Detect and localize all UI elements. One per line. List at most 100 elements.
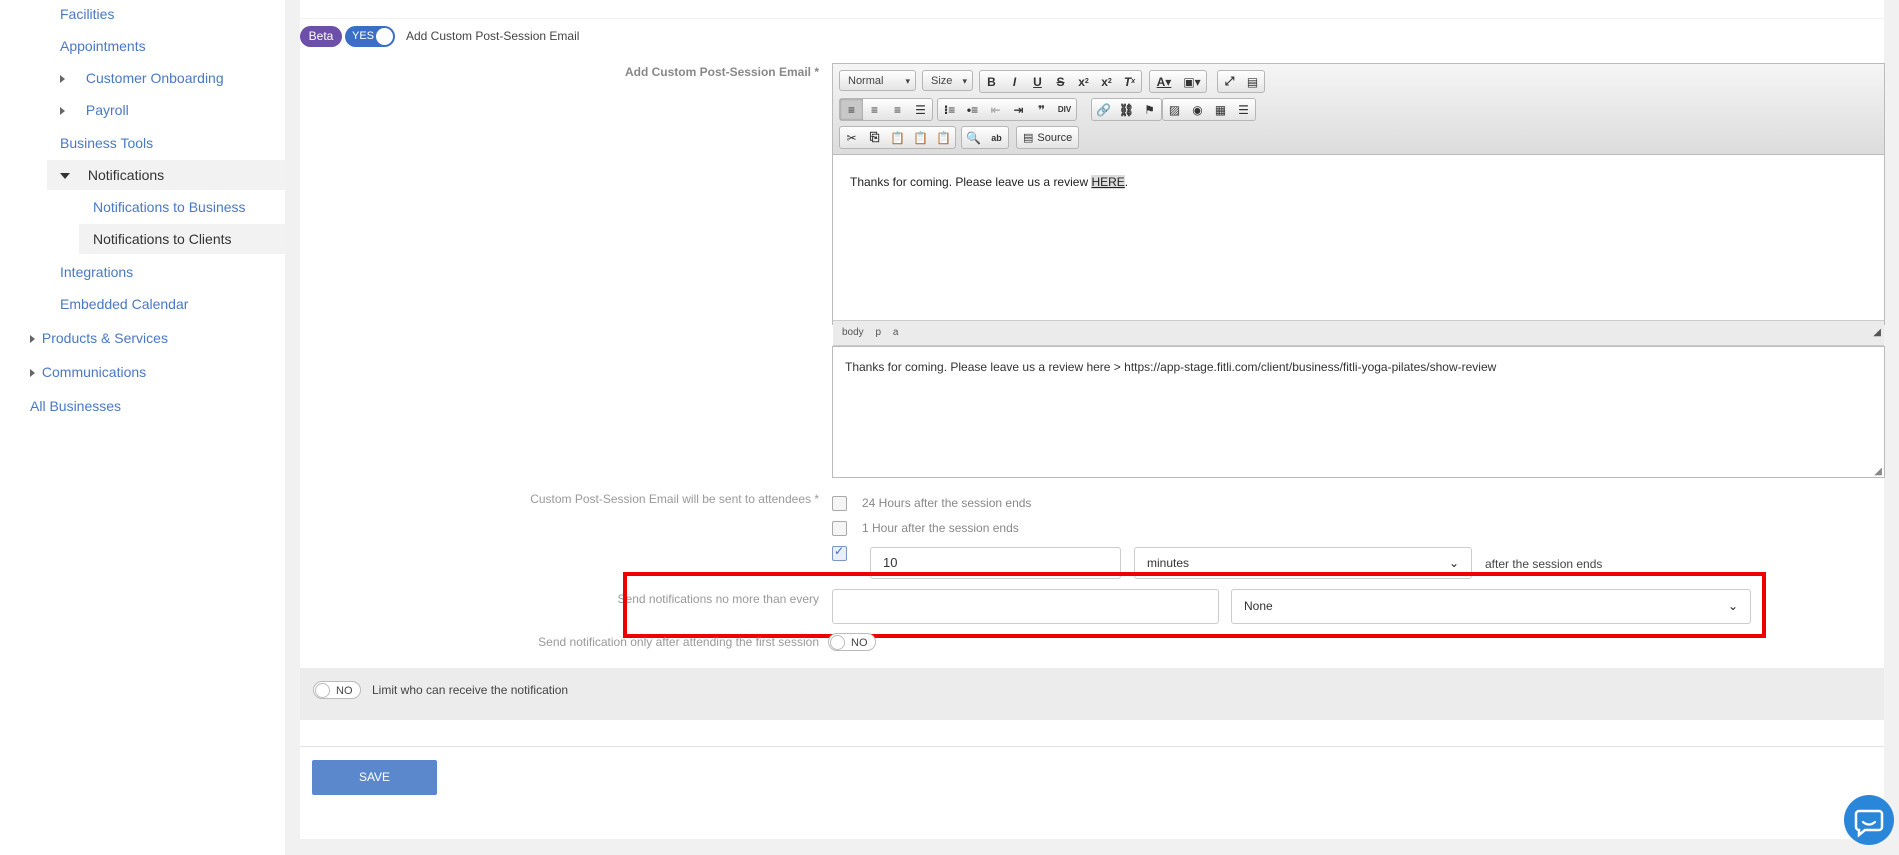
sidebar-item-label: Notifications (87, 167, 165, 183)
caret-down-icon (60, 173, 70, 180)
align-center-icon[interactable]: ≡ (863, 99, 886, 120)
view-group: ⤢ ▤ (1217, 70, 1265, 93)
sidebar-item-integrations[interactable]: Integrations (60, 264, 133, 280)
option-24-hours-checkbox[interactable] (832, 496, 847, 511)
send-options-label: Custom Post-Session Email will be sent t… (530, 492, 819, 506)
unlink-icon[interactable]: ⛓ (1115, 99, 1138, 120)
sidebar-item-notifications-to-clients[interactable]: Notifications to Clients (93, 231, 232, 247)
sidebar-item-notifications-to-business[interactable]: Notifications to Business (93, 199, 246, 215)
caret-right-icon (60, 107, 65, 116)
source-icon: ▤ (1023, 132, 1034, 144)
plain-text-value: Thanks for coming. Please leave us a rev… (845, 360, 1497, 374)
superscript-icon[interactable]: x2 (1095, 71, 1118, 92)
first-session-toggle[interactable]: NO (828, 633, 876, 651)
background-color-icon[interactable]: ▣▾ (1178, 71, 1206, 92)
toggle-label: YES (352, 30, 375, 42)
option-24-hours-label: 24 Hours after the session ends (862, 496, 1032, 510)
toggle-label: NO (336, 685, 353, 697)
subscript-icon[interactable]: x2 (1072, 71, 1095, 92)
source-label: Source (1037, 131, 1073, 144)
plain-text-area[interactable]: Thanks for coming. Please leave us a rev… (832, 346, 1885, 478)
path-body[interactable]: body (842, 327, 864, 338)
resize-handle-icon[interactable]: ◢ (1873, 321, 1881, 345)
horizontal-line-icon[interactable]: ☰ (1232, 99, 1255, 120)
custom-email-toggle[interactable]: YES (345, 26, 395, 47)
replace-icon[interactable]: ab (985, 127, 1008, 148)
size-dropdown[interactable]: Size (922, 70, 973, 92)
section-title: Add Custom Post-Session Email (406, 29, 580, 43)
caret-right-icon (30, 369, 35, 378)
toggle-knob (315, 683, 330, 698)
numbered-list-icon[interactable]: ⁝≡ (938, 99, 961, 120)
sidebar-item-notifications[interactable]: Notifications (60, 167, 164, 183)
italic-icon[interactable]: I (1003, 71, 1026, 92)
maximize-icon[interactable]: ⤢ (1218, 71, 1241, 92)
align-justify-icon[interactable]: ☰ (909, 99, 932, 120)
path-p[interactable]: p (875, 327, 881, 338)
anchor-icon[interactable]: ⚑ (1138, 99, 1161, 120)
sidebar-item-communications[interactable]: Communications (30, 364, 146, 380)
sidebar-item-facilities[interactable]: Facilities (60, 6, 114, 22)
sidebar-item-products-services[interactable]: Products & Services (30, 330, 168, 346)
show-blocks-icon[interactable]: ▤ (1241, 71, 1264, 92)
table-icon[interactable]: ▦ (1209, 99, 1232, 120)
blockquote-icon[interactable]: ❞ (1030, 99, 1053, 120)
format-dropdown[interactable]: Normal (839, 70, 916, 92)
bold-icon[interactable]: B (980, 71, 1003, 92)
align-left-icon[interactable]: ≡ (840, 99, 863, 120)
copy-icon[interactable]: ⎘ (863, 127, 886, 148)
chat-widget-button[interactable] (1844, 795, 1894, 845)
option-1-hour-checkbox[interactable] (832, 521, 847, 536)
list-group: ⁝≡ •≡ ⇤ ⇥ ❞ DIV (937, 98, 1077, 121)
chat-bubble-icon (1854, 809, 1884, 838)
align-group: ≡ ≡ ≡ ☰ (839, 98, 933, 121)
outdent-icon[interactable]: ⇤ (984, 99, 1007, 120)
image-icon[interactable]: ▨ (1163, 99, 1186, 120)
option-1-hour-label: 1 Hour after the session ends (862, 521, 1019, 535)
remove-format-icon[interactable]: Tx (1118, 71, 1141, 92)
caret-right-icon (30, 335, 35, 344)
editor-toolbar: Normal Size B I U S x2 x2 Tx A▾ ▣▾ ⤢ ▤ ≡… (833, 64, 1884, 155)
sidebar-item-all-businesses[interactable]: All Businesses (30, 398, 121, 414)
toggle-knob (830, 635, 845, 650)
sidebar-item-customer-onboarding[interactable]: Customer Onboarding (60, 70, 224, 86)
cut-icon[interactable]: ✂ (840, 127, 863, 148)
strikethrough-icon[interactable]: S (1049, 71, 1072, 92)
resize-handle-icon[interactable]: ◢ (1874, 466, 1882, 477)
editor-link[interactable]: HERE (1091, 175, 1125, 189)
sidebar-item-business-tools[interactable]: Business Tools (60, 135, 153, 151)
custom-unit-value: minutes (1147, 556, 1190, 570)
editor-content-text: Thanks for coming. Please leave us a rev… (850, 175, 1128, 189)
flash-icon[interactable]: ◉ (1186, 99, 1209, 120)
limit-label: Limit who can receive the notification (372, 683, 569, 697)
sidebar-item-embedded-calendar[interactable]: Embedded Calendar (60, 296, 188, 312)
source-button[interactable]: ▤ Source (1017, 127, 1078, 148)
find-icon[interactable]: 🔍 (962, 127, 985, 148)
indent-icon[interactable]: ⇥ (1007, 99, 1030, 120)
beta-badge: Beta (300, 26, 342, 47)
underline-icon[interactable]: U (1026, 71, 1049, 92)
sidebar-item-payroll[interactable]: Payroll (60, 102, 129, 118)
link-icon[interactable]: 🔗 (1092, 99, 1115, 120)
paste-word-icon[interactable]: 📋 (932, 127, 955, 148)
text-color-icon[interactable]: A▾ (1150, 71, 1178, 92)
toggle-label: NO (851, 637, 868, 649)
limit-toggle[interactable]: NO (313, 681, 361, 699)
element-path-bar: body p a ◢ (833, 320, 1884, 346)
sidebar-item-appointments[interactable]: Appointments (60, 38, 146, 54)
path-a[interactable]: a (893, 327, 899, 338)
sidebar-item-label: Payroll (85, 102, 129, 118)
sidebar-item-label: Customer Onboarding (85, 70, 224, 86)
divider (300, 746, 1884, 747)
rich-text-editor: Normal Size B I U S x2 x2 Tx A▾ ▣▾ ⤢ ▤ ≡… (832, 63, 1885, 346)
option-custom-checkbox[interactable] (832, 544, 847, 561)
caret-right-icon (60, 75, 65, 84)
paste-icon[interactable]: 📋 (886, 127, 909, 148)
save-button[interactable]: SAVE (312, 760, 437, 795)
bulleted-list-icon[interactable]: •≡ (961, 99, 984, 120)
div-container-icon[interactable]: DIV (1053, 99, 1076, 120)
paste-text-icon[interactable]: 📋 (909, 127, 932, 148)
sidebar-item-label: Communications (41, 364, 147, 380)
editor-content-area[interactable]: Thanks for coming. Please leave us a rev… (833, 155, 1884, 323)
align-right-icon[interactable]: ≡ (886, 99, 909, 120)
